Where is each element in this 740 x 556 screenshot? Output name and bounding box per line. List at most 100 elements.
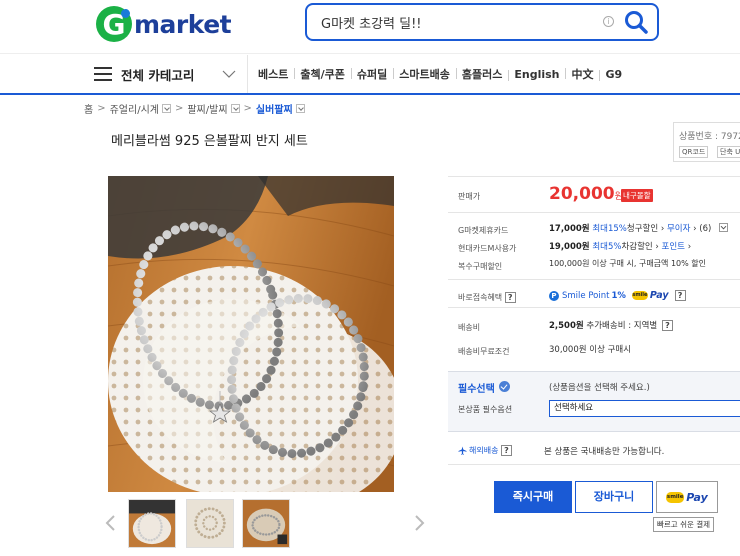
breadcrumb-dropdown-icon[interactable] — [230, 103, 240, 113]
card-discount-value: 17,000원 최대15%청구할인 › 무이자 › (6) — [549, 224, 712, 234]
breadcrumb: 홈 > 쥬얼리/시계 > 팔찌/발찌 > 실버팔찌 — [84, 100, 305, 116]
nav-item-g9[interactable]: G9 — [599, 68, 628, 81]
hyundai-card-value: 19,000원 최대5%차감할인 › 포인트 › — [549, 242, 692, 252]
smile-badge: smile — [631, 291, 648, 300]
shipping-label: 배송비 — [458, 323, 481, 332]
thumbnail-2[interactable] — [186, 499, 234, 548]
card-discount-label: G마켓제휴카드 — [458, 226, 509, 235]
divider — [448, 176, 740, 177]
breadcrumb-level2[interactable]: 팔찌/발찌 — [187, 101, 227, 116]
chevron-left-icon[interactable] — [104, 514, 118, 532]
breadcrumb-level3[interactable]: 실버팔찌 — [256, 101, 293, 116]
help-icon[interactable]: ? — [504, 292, 516, 303]
required-title: 필수선택 — [458, 384, 495, 395]
nav-item-homeplus[interactable]: 홈플러스 — [455, 66, 508, 82]
expand-icon[interactable] — [719, 223, 728, 232]
smile-point-label: Smile Point — [562, 290, 610, 301]
info-icon[interactable]: i — [603, 16, 614, 27]
overseas-shipping-label: 해외배송 ? — [469, 445, 512, 456]
product-number-box: 상품번호 : 79721 QR코드 단축 U — [673, 122, 740, 162]
card-discount-type: 청구할인 — [626, 224, 659, 234]
card-interest-free-link[interactable]: 무이자 — [667, 224, 690, 234]
pay-text: Pay — [649, 290, 669, 301]
nav-item-attendance-coupon[interactable]: 출첵/쿠폰 — [294, 66, 351, 82]
product-main-image — [108, 176, 394, 492]
search-icon[interactable] — [623, 9, 649, 35]
pay-text: Pay — [686, 490, 708, 504]
chevron-right-icon[interactable] — [412, 514, 426, 532]
help-icon[interactable]: ? — [674, 290, 686, 301]
smile-point-icon: P — [549, 290, 559, 301]
breadcrumb-home[interactable]: 홈 — [84, 101, 93, 116]
pay-tooltip: 빠르고 쉬운 결제 — [653, 517, 715, 532]
divider — [448, 279, 740, 280]
nav-item-chinese[interactable]: 中文 — [565, 66, 599, 82]
header: G market i — [0, 0, 740, 54]
breadcrumb-separator: > — [174, 102, 184, 114]
search-box: i — [305, 3, 659, 41]
smile-badge: smile — [666, 491, 685, 503]
breadcrumb-dropdown-icon[interactable] — [161, 103, 171, 113]
nav-items: 베스트 출첵/쿠폰 슈퍼딜 스마트배송 홈플러스 English 中文 G9 — [258, 55, 628, 93]
hyundai-price: 19,000원 — [549, 242, 590, 252]
multi-buy-value: 100,000원 이상 구매 시, 구매금액 10% 할인 — [549, 259, 706, 268]
breadcrumb-level1[interactable]: 쥬얼리/시계 — [110, 101, 159, 116]
smile-point-percent: 1% — [611, 290, 626, 301]
price-value: 20,000원 — [549, 184, 623, 204]
required-option-box: 필수선택 (상품옵션을 선택해 주세요.) 본상품 필수옵션 선택하세요 — [448, 371, 740, 432]
overseas-shipping-value: 본 상품은 국내배송만 가능합니다. — [544, 447, 665, 457]
thumbnail-strip — [104, 499, 426, 549]
breadcrumb-dropdown-icon[interactable] — [295, 103, 305, 113]
buy-now-button[interactable]: 즉시구매 — [494, 481, 572, 513]
card-price: 17,000원 — [549, 224, 590, 234]
shipping-fee: 2,500원 — [549, 321, 584, 331]
benefit-label-text: 바로접속혜택 — [458, 293, 503, 302]
shipping-value: 2,500원 추가배송비 : 지역별 ? — [549, 319, 673, 331]
airplane-icon — [458, 446, 467, 455]
chevron-down-icon — [222, 70, 236, 78]
breadcrumb-separator: > — [243, 102, 252, 114]
qr-code-button[interactable]: QR코드 — [679, 146, 709, 158]
free-shipping-value: 30,000원 이상 구매시 — [549, 345, 632, 355]
hamburger-icon — [94, 67, 112, 81]
thumbnail-3[interactable] — [242, 499, 290, 548]
card-interest-count: (6) — [699, 224, 712, 234]
smile-pay-logo: smile Pay — [631, 290, 669, 301]
gmarket-logo[interactable]: G market — [96, 4, 232, 44]
nav-item-english[interactable]: English — [508, 68, 565, 81]
shipping-extra: 추가배송비 : 지역별 — [586, 321, 658, 331]
all-category-button[interactable]: 전체 카테고리 — [94, 55, 242, 93]
nav-item-superdeal[interactable]: 슈퍼딜 — [350, 66, 393, 82]
option-label: 본상품 필수옵션 — [458, 405, 513, 414]
breadcrumb-separator: > — [97, 102, 106, 114]
thumbnail-1[interactable] — [128, 499, 176, 548]
hyundai-max-discount[interactable]: 최대5% — [592, 242, 621, 252]
help-icon[interactable]: ? — [661, 320, 673, 331]
nav-item-smart-delivery[interactable]: 스마트배송 — [393, 66, 456, 82]
smile-point-benefit: P Smile Point 1% smile Pay ? — [549, 290, 686, 301]
short-url-button[interactable]: 단축 U — [717, 146, 740, 158]
hyundai-point-link[interactable]: 포인트 — [662, 242, 685, 252]
required-hint: (상품옵션을 선택해 주세요.) — [549, 383, 650, 393]
price-badge: 내구몰할 — [621, 189, 653, 202]
overseas-label-text: 해외배송 — [469, 446, 499, 455]
logo-text: market — [134, 9, 232, 39]
card-max-discount[interactable]: 최대15% — [592, 224, 627, 234]
main-nav: 전체 카테고리 베스트 출첵/쿠폰 슈퍼딜 스마트배송 홈플러스 English… — [0, 55, 740, 95]
help-icon[interactable]: ? — [501, 445, 512, 456]
product-number: 상품번호 : 79721 — [679, 132, 740, 142]
nav-divider — [247, 55, 248, 93]
option-select[interactable]: 선택하세요 — [549, 400, 740, 417]
smile-pay-button[interactable]: smile Pay — [656, 481, 718, 513]
hyundai-discount-type: 차감할인 — [621, 242, 653, 252]
price-number: 20,000 — [549, 184, 615, 204]
search-input[interactable] — [321, 5, 601, 39]
category-label: 전체 카테고리 — [121, 67, 195, 83]
check-circle-icon — [499, 381, 510, 392]
benefit-label: 바로접속혜택 ? — [458, 292, 516, 303]
multi-buy-label: 복수구매할인 — [458, 262, 503, 271]
nav-item-best[interactable]: 베스트 — [258, 66, 294, 82]
hyundai-card-label: 현대카드M사용가 — [458, 244, 517, 253]
product-title: 메리블라썸 925 은볼팔찌 반지 세트 — [111, 134, 308, 149]
add-to-cart-button[interactable]: 장바구니 — [575, 481, 653, 513]
